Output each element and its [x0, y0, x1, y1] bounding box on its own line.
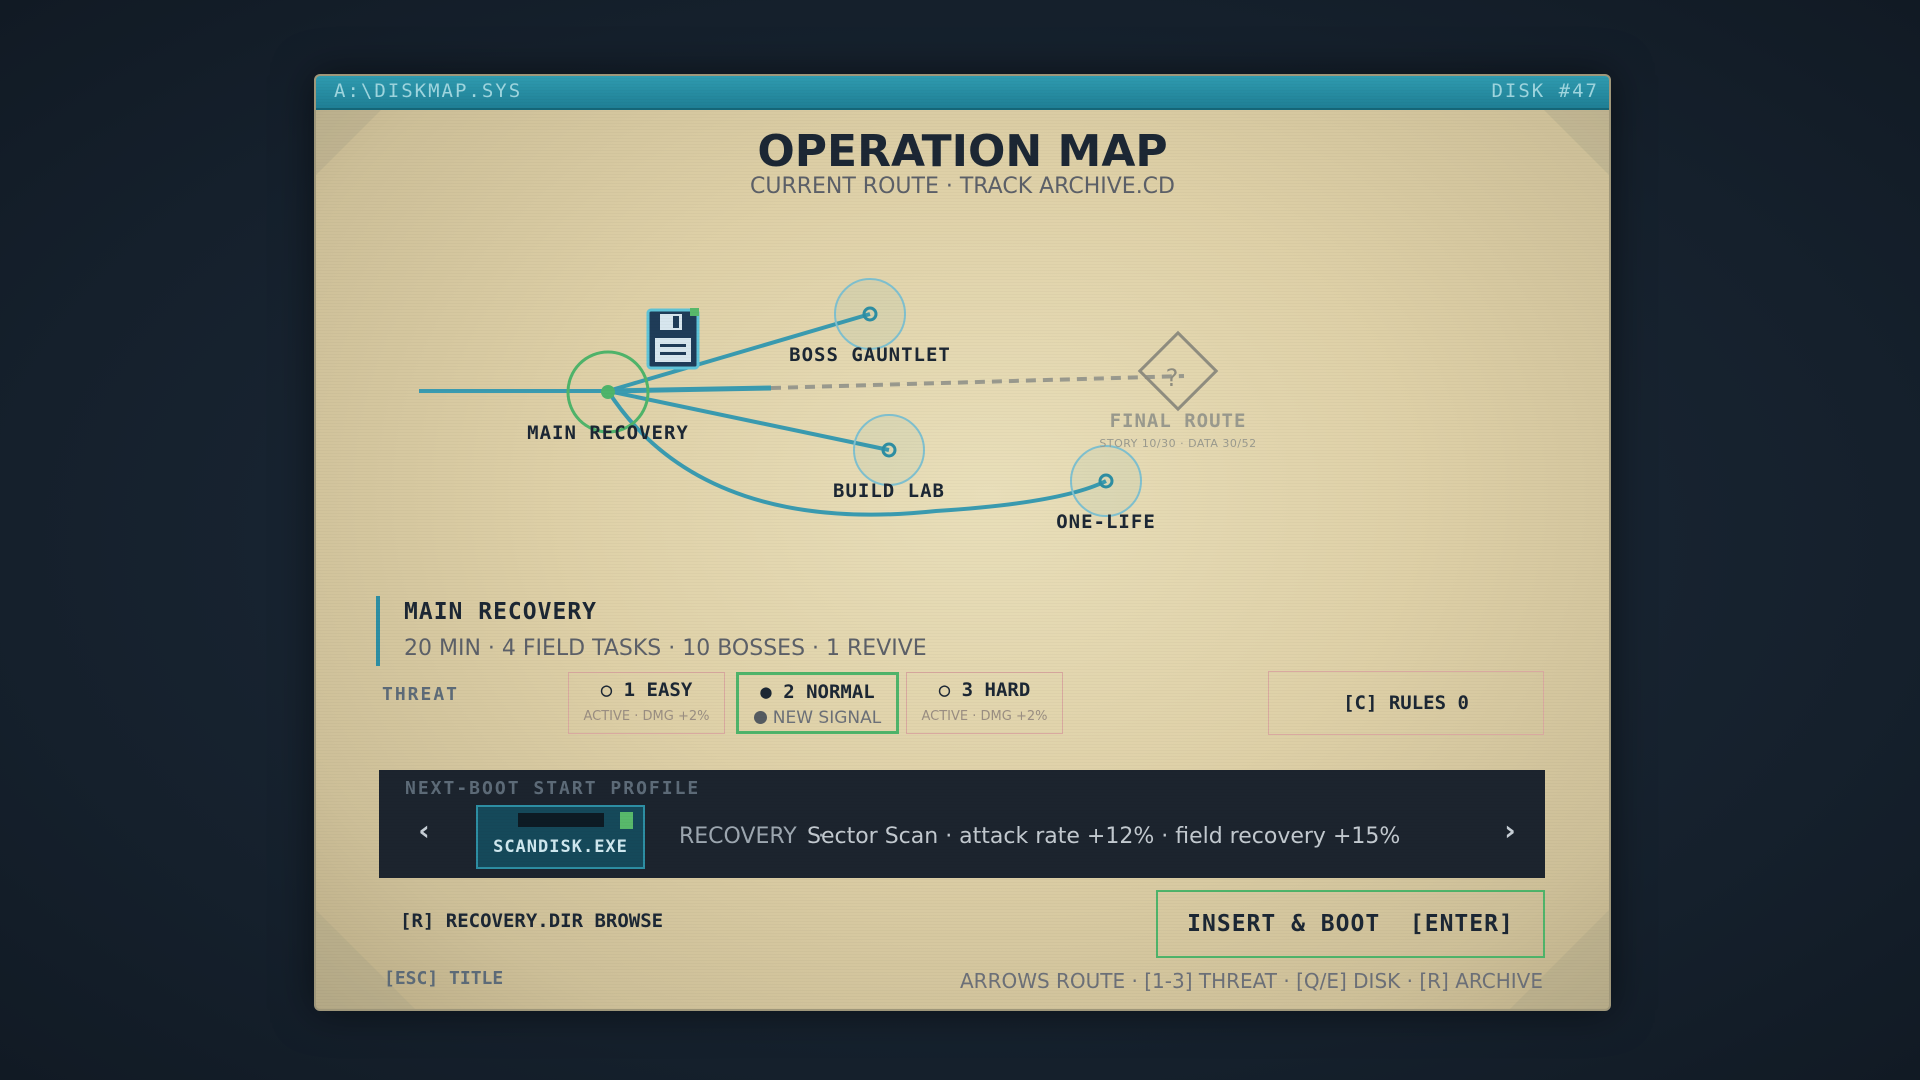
node-label-boss-gauntlet: BOSS GAUNTLET [789, 344, 951, 366]
rules-button[interactable]: [C] RULES 0 [1268, 671, 1544, 735]
node-label-main-recovery: MAIN RECOVERY [527, 422, 689, 444]
threat-option-normal[interactable]: ● 2 NORMAL NEW SIGNAL [736, 672, 899, 734]
threat-label: THREAT [382, 684, 460, 705]
node-boss-gauntlet[interactable] [834, 278, 906, 350]
disk-led-icon [620, 812, 633, 829]
insert-boot-button[interactable]: INSERT & BOOT [ENTER] [1156, 890, 1545, 958]
node-label-build-lab: BUILD LAB [833, 480, 945, 502]
node-build-lab[interactable] [853, 414, 925, 486]
selection-accent-bar [376, 596, 380, 666]
signal-dot-icon [753, 711, 767, 724]
threat-option-hard-label: ○ 3 HARD [907, 679, 1062, 701]
profile-description: Sector Scan · attack rate +12% · field r… [807, 824, 1401, 849]
threat-option-easy-text: 1 EASY [623, 679, 693, 701]
route-line-final-locked [770, 374, 1185, 390]
selected-route-name: MAIN RECOVERY [404, 599, 598, 625]
controls-help: ARROWS ROUTE · [1-3] THREAT · [Q/E] DISK… [959, 969, 1543, 993]
operation-map-window: A:\DISKMAP.SYS DISK #47 OPERATION MAP CU… [314, 74, 1611, 1011]
radio-empty-icon: ○ [600, 679, 613, 701]
threat-option-normal-label: ● 2 NORMAL [739, 681, 896, 703]
threat-option-normal-text: 2 NORMAL [783, 681, 875, 703]
profile-title: NEXT-BOOT START PROFILE [405, 778, 701, 799]
node-one-life[interactable] [1070, 445, 1142, 517]
screen-background: A:\DISKMAP.SYS DISK #47 OPERATION MAP CU… [0, 0, 1920, 1080]
browse-recovery-button[interactable]: [R] RECOVERY.DIR BROWSE [400, 910, 663, 932]
threat-option-hard-sub: ACTIVE · DMG +2% [921, 709, 1048, 724]
node-label-final-route: FINAL ROUTE [1109, 410, 1247, 432]
start-profile-panel: NEXT-BOOT START PROFILE ‹ SCANDISK.EXE R… [379, 770, 1545, 878]
disk-slot [518, 813, 604, 827]
threat-option-hard-text: 3 HARD [961, 679, 1031, 701]
prev-profile-chevron-icon[interactable]: ‹ [409, 816, 439, 846]
new-signal-text: NEW SIGNAL [772, 708, 882, 728]
route-map: ? [419, 278, 1219, 517]
disk-card[interactable]: SCANDISK.EXE [476, 805, 645, 869]
threat-option-easy[interactable]: ○ 1 EASY ACTIVE · DMG +2% [568, 672, 725, 734]
disk-name: SCANDISK.EXE [493, 837, 628, 857]
route-line-final [607, 385, 772, 394]
profile-type: RECOVERY · [679, 824, 825, 849]
threat-option-hard[interactable]: ○ 3 HARD ACTIVE · DMG +2% [906, 672, 1063, 734]
selected-route-info: 20 MIN · 4 FIELD TASKS · 10 BOSSES · 1 R… [404, 636, 927, 661]
locked-question-icon: ? [1166, 364, 1179, 392]
floppy-disk-icon [646, 308, 700, 370]
threat-option-easy-sub: ACTIVE · DMG +2% [583, 709, 710, 724]
profile-type-text: RECOVERY [679, 824, 797, 849]
esc-title-button[interactable]: [ESC] TITLE [384, 968, 503, 989]
radio-empty-icon: ○ [938, 679, 951, 701]
final-route-requirement: STORY 10/30 · DATA 30/52 [1099, 437, 1257, 450]
node-main-recovery-core [601, 385, 615, 399]
threat-option-normal-sub: NEW SIGNAL [739, 708, 896, 728]
radio-filled-icon: ● [760, 681, 772, 703]
next-profile-chevron-icon[interactable]: › [1495, 816, 1525, 846]
threat-option-easy-label: ○ 1 EASY [569, 679, 724, 701]
node-label-one-life: ONE-LIFE [1056, 511, 1156, 533]
